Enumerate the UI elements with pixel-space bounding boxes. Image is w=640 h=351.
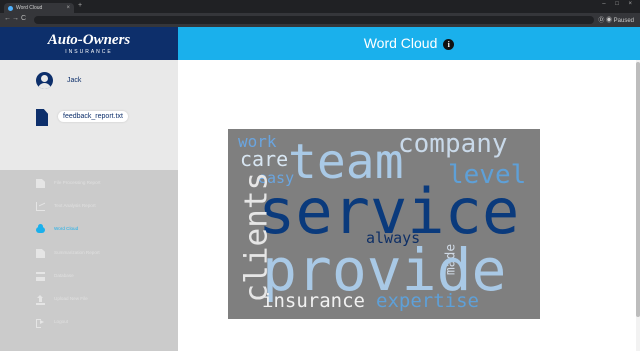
chart-icon <box>36 202 45 211</box>
favicon-icon <box>8 6 13 11</box>
document-icon <box>36 249 45 258</box>
menu-item-label: Database <box>54 273 74 278</box>
menu-item-upload-new-file[interactable]: Upload New File <box>36 294 176 306</box>
page-header: Word Cloud i <box>178 27 640 60</box>
browser-chrome: Word Cloud × + – □ × ← → C Ⓓ ◉ Paused <box>0 0 640 27</box>
close-tab-icon[interactable]: × <box>66 3 70 13</box>
app: Auto-Owners INSURANCE Word Cloud i Jack … <box>0 27 640 351</box>
menu-item-file-processing-report[interactable]: File Processing Report <box>36 178 176 190</box>
menu-item-label: Summarization Report <box>54 250 100 255</box>
menu-item-text-analysis-report[interactable]: Text Analysis Report <box>36 201 176 213</box>
tab-strip: Word Cloud × + – □ × <box>0 0 640 13</box>
profile-button[interactable]: Ⓓ ◉ Paused <box>598 15 634 24</box>
word-company: company <box>398 129 508 159</box>
user-name: Jack <box>67 77 82 84</box>
browser-toolbar: ← → C Ⓓ ◉ Paused <box>0 13 640 27</box>
word-expertise: expertise <box>376 290 479 312</box>
word-insurance: insurance <box>262 290 365 312</box>
menu-item-label: Logout <box>54 319 69 324</box>
menu-item-label: File Processing Report <box>54 180 101 185</box>
brand-logo: Auto-Owners INSURANCE <box>0 27 178 60</box>
new-tab-button[interactable]: + <box>78 2 82 9</box>
menu-item-database[interactable]: Database <box>36 271 176 283</box>
menu-item-logout[interactable]: Logout <box>36 317 176 329</box>
sidebar-menu: File Processing Report Text Analysis Rep… <box>0 170 178 351</box>
brand-name: Auto-Owners <box>47 32 131 48</box>
sidebar-profile-panel: Jack feedback_report.txt <box>0 60 178 170</box>
tab-title: Word Cloud <box>16 5 43 11</box>
scrollbar-thumb[interactable] <box>636 62 640 317</box>
user-avatar-icon <box>36 72 53 89</box>
page-title: Word Cloud <box>363 35 438 51</box>
cloud-icon <box>36 224 45 233</box>
window-controls[interactable]: – □ × <box>602 1 636 7</box>
brand-subtitle: INSURANCE <box>65 49 113 55</box>
file-icon <box>36 109 48 126</box>
menu-item-label: Text Analysis Report <box>54 203 96 208</box>
menu-item-label: Word Cloud <box>54 226 79 231</box>
page-scrollbar[interactable] <box>636 60 640 351</box>
forward-button[interactable]: → <box>12 15 19 22</box>
upload-icon <box>36 295 45 305</box>
address-bar[interactable] <box>34 16 594 24</box>
menu-item-label: Upload New File <box>54 296 88 301</box>
word-cloud-image: company work care team easy level servic… <box>228 129 540 319</box>
info-icon[interactable]: i <box>443 39 455 50</box>
back-button[interactable]: ← <box>4 15 11 22</box>
browser-tab[interactable]: Word Cloud × <box>4 3 74 13</box>
current-file-name: feedback_report.txt <box>58 111 128 122</box>
menu-item-summarization-report[interactable]: Summarization Report <box>36 248 176 260</box>
list-icon <box>36 272 45 281</box>
word-care: care <box>240 147 289 171</box>
reload-button[interactable]: C <box>21 15 26 22</box>
logout-icon <box>36 318 45 328</box>
page-title-wrap: Word Cloud i <box>178 35 640 51</box>
menu-item-word-cloud[interactable]: Word Cloud <box>36 224 176 236</box>
document-icon <box>36 179 45 188</box>
